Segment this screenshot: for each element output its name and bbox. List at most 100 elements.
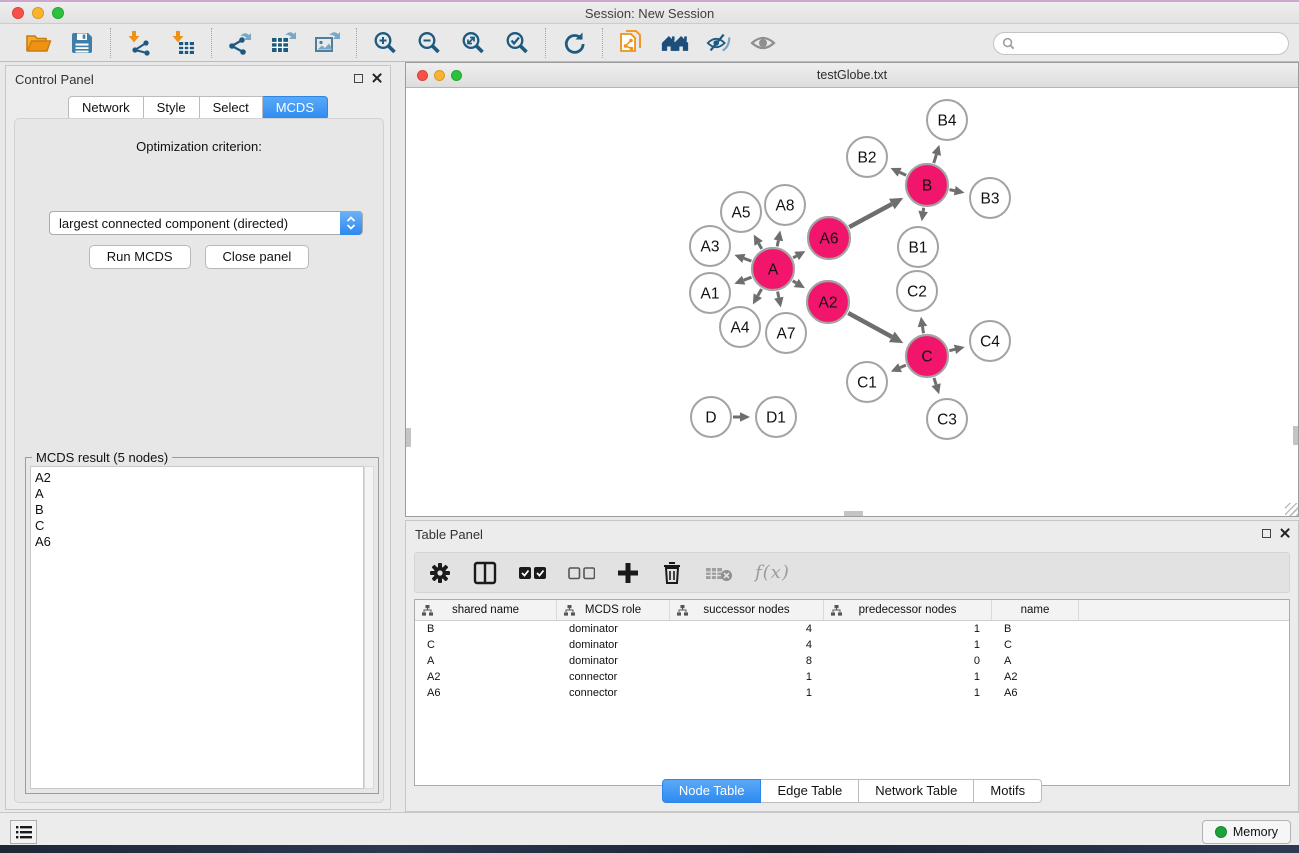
- delete-table-icon[interactable]: [705, 564, 733, 582]
- result-scrollbar[interactable]: [364, 466, 374, 789]
- import-table-icon[interactable]: [169, 29, 197, 57]
- cell-shared-name[interactable]: A6: [415, 687, 557, 699]
- close-panel-button[interactable]: Close panel: [205, 245, 310, 269]
- select-all-columns-icon[interactable]: [519, 566, 546, 580]
- result-item[interactable]: A: [35, 486, 363, 502]
- close-panel-icon[interactable]: [372, 73, 382, 83]
- zoom-fit-icon[interactable]: [459, 29, 487, 57]
- add-column-icon[interactable]: [617, 562, 639, 584]
- cell-name[interactable]: A: [992, 655, 1079, 667]
- tab-node-table[interactable]: Node Table: [662, 779, 762, 803]
- node-table[interactable]: shared nameMCDS rolesuccessor nodesprede…: [414, 599, 1290, 786]
- hide-selected-eye-icon[interactable]: [705, 29, 733, 57]
- edge-A-A6[interactable]: [793, 256, 797, 258]
- deselect-all-columns-icon[interactable]: [568, 566, 595, 580]
- edge-A-A1[interactable]: [744, 277, 752, 280]
- open-file-icon[interactable]: [24, 29, 52, 57]
- edge-C-C4[interactable]: [949, 349, 955, 350]
- cell-successor-nodes[interactable]: 4: [670, 639, 824, 651]
- search-field[interactable]: [993, 32, 1289, 55]
- table-row[interactable]: Bdominator41B: [415, 621, 1289, 637]
- edge-A-A3[interactable]: [744, 258, 752, 261]
- column-header-name[interactable]: name: [992, 600, 1079, 620]
- tab-select[interactable]: Select: [200, 96, 263, 120]
- tab-edge-table[interactable]: Edge Table: [761, 779, 859, 803]
- cell-MCDS-role[interactable]: dominator: [557, 639, 670, 651]
- cell-shared-name[interactable]: B: [415, 623, 557, 635]
- cell-MCDS-role[interactable]: dominator: [557, 623, 670, 635]
- cell-MCDS-role[interactable]: dominator: [557, 655, 670, 667]
- cell-name[interactable]: C: [992, 639, 1079, 651]
- delete-column-icon[interactable]: [661, 561, 683, 585]
- cell-MCDS-role[interactable]: connector: [557, 687, 670, 699]
- import-network-icon[interactable]: [125, 29, 153, 57]
- zoom-selected-icon[interactable]: [503, 29, 531, 57]
- result-item[interactable]: A6: [35, 534, 363, 550]
- settings-gear-icon[interactable]: [429, 562, 451, 584]
- run-mcds-button[interactable]: Run MCDS: [89, 245, 191, 269]
- table-row[interactable]: A2connector11A2: [415, 669, 1289, 685]
- edge-A-A5[interactable]: [759, 243, 762, 249]
- export-table-icon[interactable]: [270, 29, 298, 57]
- float-panel-icon[interactable]: [354, 74, 363, 83]
- edge-A-A7[interactable]: [778, 292, 779, 298]
- edge-C-C2[interactable]: [922, 327, 923, 334]
- table-row[interactable]: A6connector11A6: [415, 685, 1289, 701]
- resize-grip[interactable]: [1285, 503, 1298, 516]
- cell-shared-name[interactable]: A2: [415, 671, 557, 683]
- task-history-button[interactable]: [10, 820, 37, 844]
- edge-C-C1[interactable]: [900, 365, 906, 368]
- column-header-predecessor-nodes[interactable]: predecessor nodes: [824, 600, 992, 620]
- left-scroll-stub[interactable]: [406, 428, 411, 447]
- export-network-icon[interactable]: [226, 29, 254, 57]
- edge-B-B1[interactable]: [923, 208, 924, 212]
- edge-A2-C[interactable]: [848, 313, 892, 337]
- zoom-in-icon[interactable]: [371, 29, 399, 57]
- edge-A-A2[interactable]: [793, 281, 797, 283]
- network-graph[interactable]: AA1A2A3A4A5A6A7A8BB1B2B3B4CC1C2C3C4DD1: [406, 88, 1298, 516]
- result-item[interactable]: A2: [35, 470, 363, 486]
- cell-predecessor-nodes[interactable]: 1: [824, 623, 992, 635]
- network-window-titlebar[interactable]: testGlobe.txt: [406, 63, 1298, 88]
- edge-A-A8[interactable]: [777, 240, 778, 246]
- refresh-icon[interactable]: [560, 29, 588, 57]
- column-header-shared-name[interactable]: shared name: [415, 600, 557, 620]
- cell-predecessor-nodes[interactable]: 1: [824, 687, 992, 699]
- cell-predecessor-nodes[interactable]: 0: [824, 655, 992, 667]
- home-layout-icon[interactable]: [661, 29, 689, 57]
- cell-predecessor-nodes[interactable]: 1: [824, 671, 992, 683]
- save-session-icon[interactable]: [68, 29, 96, 57]
- tab-style[interactable]: Style: [144, 96, 200, 120]
- cell-name[interactable]: A6: [992, 687, 1079, 699]
- function-builder-icon[interactable]: f(x): [755, 562, 790, 583]
- edge-B-B4[interactable]: [934, 154, 937, 163]
- result-item[interactable]: B: [35, 502, 363, 518]
- column-header-MCDS-role[interactable]: MCDS role: [557, 600, 670, 620]
- right-scroll-stub[interactable]: [1293, 426, 1298, 445]
- zoom-out-icon[interactable]: [415, 29, 443, 57]
- column-header-successor-nodes[interactable]: successor nodes: [670, 600, 824, 620]
- search-input[interactable]: [1020, 37, 1270, 51]
- show-eye-icon[interactable]: [749, 29, 777, 57]
- close-table-panel-icon[interactable]: [1280, 528, 1290, 538]
- network-canvas[interactable]: AA1A2A3A4A5A6A7A8BB1B2B3B4CC1C2C3C4DD1: [406, 88, 1298, 516]
- edge-C-C3[interactable]: [934, 378, 936, 385]
- result-item[interactable]: C: [35, 518, 363, 534]
- split-pane-icon[interactable]: [473, 561, 497, 585]
- mcds-result-list[interactable]: A2ABCA6: [30, 466, 364, 789]
- table-row[interactable]: Cdominator41C: [415, 637, 1289, 653]
- memory-button[interactable]: Memory: [1202, 820, 1291, 844]
- edge-A6-B[interactable]: [849, 204, 892, 227]
- bottom-scroll-stub[interactable]: [844, 511, 863, 516]
- cell-successor-nodes[interactable]: 4: [670, 623, 824, 635]
- tab-network[interactable]: Network: [68, 96, 144, 120]
- cell-successor-nodes[interactable]: 1: [670, 687, 824, 699]
- cell-predecessor-nodes[interactable]: 1: [824, 639, 992, 651]
- criterion-dropdown[interactable]: largest connected component (directed): [49, 211, 363, 235]
- cell-shared-name[interactable]: A: [415, 655, 557, 667]
- edge-B-B2[interactable]: [900, 172, 907, 175]
- float-table-panel-icon[interactable]: [1262, 529, 1271, 538]
- tab-mcds[interactable]: MCDS: [263, 96, 328, 120]
- cell-successor-nodes[interactable]: 8: [670, 655, 824, 667]
- edge-B-B3[interactable]: [950, 190, 955, 191]
